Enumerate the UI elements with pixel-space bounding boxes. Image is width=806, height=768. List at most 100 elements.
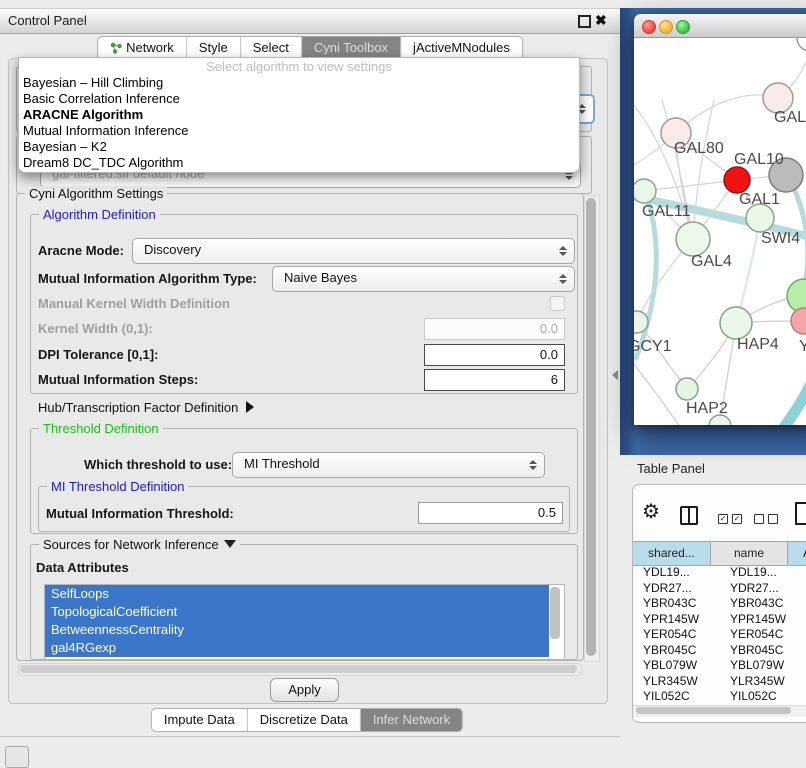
- tab-jactivemnodules[interactable]: jActiveMNodules: [401, 37, 522, 59]
- table-row[interactable]: YBR043CYBR043C: [633, 596, 806, 612]
- dropdown-item-bayesian-hill-climbing[interactable]: Bayesian – Hill Climbing: [19, 75, 579, 91]
- attribute-item-betweennesscentrality[interactable]: BetweennessCentrality: [45, 621, 549, 639]
- tab-network[interactable]: Network: [98, 37, 187, 59]
- attribute-item-selfloops[interactable]: SelfLoops: [45, 585, 549, 603]
- table-row[interactable]: YPR145WYPR145W9.: [633, 612, 806, 628]
- network-icon: [110, 42, 122, 54]
- table-cell: YIL052C: [720, 689, 806, 705]
- minimize-window-icon[interactable]: [659, 20, 673, 34]
- dropdown-item-basic-correlation-inference[interactable]: Basic Correlation Inference: [19, 91, 579, 107]
- dropdown-item-mutual-information-inference[interactable]: Mutual Information Inference: [19, 123, 579, 139]
- table-cell: YBR045C: [720, 643, 806, 659]
- tab-infer-network[interactable]: Infer Network: [361, 709, 462, 731]
- network-edge: [693, 100, 714, 239]
- mi-steps-field[interactable]: 6: [424, 369, 565, 391]
- attributes-scrollbar-thumb[interactable]: [550, 587, 560, 639]
- manual-kernel-checkbox[interactable]: [550, 296, 565, 311]
- network-node[interactable]: [720, 307, 752, 339]
- tab-label: Impute Data: [164, 709, 235, 731]
- tab-label: Infer Network: [373, 709, 450, 731]
- tab-select[interactable]: Select: [241, 37, 302, 59]
- aracne-mode-combobox[interactable]: Discovery: [132, 238, 575, 264]
- which-threshold-value: MI Threshold: [244, 456, 320, 471]
- table-cell: YLR345W: [720, 674, 806, 690]
- column-header-a[interactable]: A: [788, 542, 806, 565]
- cyni-settings-group-title: Cyni Algorithm Settings: [25, 186, 167, 201]
- table-cell: YDR27...: [720, 581, 806, 597]
- close-window-icon[interactable]: [642, 20, 656, 34]
- deselect-all-checks-icon[interactable]: [754, 514, 778, 524]
- corner-button[interactable]: [5, 746, 29, 768]
- table-row[interactable]: YER054CYER054C8.: [633, 627, 806, 643]
- table-row[interactable]: YBL079WYBL079W: [633, 658, 806, 674]
- float-window-icon[interactable]: [578, 15, 591, 28]
- hub-section-row[interactable]: Hub/Transcription Factor Definition: [38, 400, 254, 415]
- table-panel: ⚙ ✓✓ shared...nameA YDL19...YDL19...13YD…: [632, 484, 806, 723]
- network-node[interactable]: [634, 179, 656, 203]
- node-label-hap4: HAP4: [737, 336, 779, 353]
- network-view-window[interactable]: GALGAL80GAL10GAL1SWI4GAL11GAL4GCY1HAP4YH…: [634, 14, 806, 425]
- table-row[interactable]: YDR27...YDR27...12: [633, 581, 806, 597]
- table-row[interactable]: YIL052CYIL052C9: [633, 689, 806, 705]
- network-node[interactable]: [797, 38, 806, 51]
- tab-style[interactable]: Style: [187, 37, 241, 59]
- mi-algorithm-type-combobox[interactable]: Naive Bayes: [272, 266, 575, 292]
- expand-right-icon[interactable]: [246, 401, 254, 413]
- zoom-window-icon[interactable]: [676, 20, 690, 34]
- network-window-titlebar[interactable]: [634, 14, 806, 38]
- dpi-tolerance-field[interactable]: 0.0: [424, 344, 565, 366]
- columns-icon[interactable]: [680, 506, 698, 525]
- control-panel-titlebar: Control Panel ✖: [0, 8, 620, 34]
- dropdown-item-aracne-algorithm[interactable]: ARACNE Algorithm: [19, 107, 579, 123]
- settings-scrollbar-thumb[interactable]: [586, 198, 596, 656]
- gear-icon[interactable]: ⚙: [642, 502, 660, 522]
- data-attributes-list[interactable]: SelfLoopsTopologicalCoefficientBetweenne…: [44, 584, 565, 660]
- kernel-width-field[interactable]: 0.0: [424, 318, 565, 340]
- network-node[interactable]: [676, 378, 698, 400]
- dropdown-item-bayesian-k2[interactable]: Bayesian – K2: [19, 139, 579, 155]
- table-cell: YPR145W: [720, 612, 806, 628]
- tab-label: Network: [126, 37, 174, 59]
- mi-threshold-label: Mutual Information Threshold:: [46, 506, 234, 521]
- table-row[interactable]: YLR345WYLR345W9.: [633, 674, 806, 690]
- column-header-shared-[interactable]: shared...: [633, 542, 711, 565]
- tab-label: Style: [199, 37, 228, 59]
- tab-label: Cyni Toolbox: [314, 37, 388, 59]
- node-label-hap2: HAP2: [686, 400, 728, 417]
- attribute-item-topologicalcoefficient[interactable]: TopologicalCoefficient: [45, 603, 549, 621]
- table-row[interactable]: YDL19...YDL19...13: [633, 565, 806, 581]
- attribute-item-gal4rgexp[interactable]: gal4RGexp: [45, 639, 549, 657]
- dropdown-item-list: Bayesian – Hill ClimbingBasic Correlatio…: [19, 75, 579, 171]
- which-threshold-combobox[interactable]: MI Threshold: [232, 452, 545, 478]
- network-node[interactable]: [746, 204, 774, 232]
- export-table-icon[interactable]: [795, 502, 806, 525]
- settings-hscrollbar-thumb[interactable]: [20, 665, 577, 673]
- network-edge: [744, 364, 806, 425]
- apply-button[interactable]: Apply: [270, 678, 339, 702]
- table-cell: YIL052C: [633, 689, 720, 705]
- table-row[interactable]: YBR045CYBR045C9.: [633, 643, 806, 659]
- table-hscrollbar-thumb[interactable]: [636, 707, 791, 714]
- close-panel-icon[interactable]: ✖: [595, 12, 607, 29]
- select-all-checks-icon[interactable]: ✓✓: [718, 514, 742, 524]
- tab-label: Discretize Data: [260, 709, 348, 731]
- tab-cyni-toolbox[interactable]: Cyni Toolbox: [302, 37, 401, 59]
- network-node[interactable]: [676, 222, 710, 256]
- kernel-width-label: Kernel Width (0,1):: [38, 321, 153, 336]
- dropdown-item-dream8-dc-tdc-algorithm[interactable]: Dream8 DC_TDC Algorithm: [19, 155, 579, 171]
- splitter-collapse-icon[interactable]: [612, 370, 618, 380]
- table-cell: YLR345W: [633, 674, 720, 690]
- network-node[interactable]: [791, 308, 806, 334]
- tab-impute-data[interactable]: Impute Data: [152, 709, 248, 731]
- table-cell: YPR145W: [633, 612, 720, 628]
- tab-discretize-data[interactable]: Discretize Data: [248, 709, 361, 731]
- collapse-down-icon[interactable]: [224, 540, 236, 548]
- mi-threshold-field[interactable]: 0.5: [418, 502, 563, 524]
- sources-group-title[interactable]: Sources for Network Inference: [39, 537, 240, 552]
- network-node[interactable]: [724, 167, 750, 193]
- column-header-name[interactable]: name: [711, 542, 788, 565]
- app-root: { "control_panel": { "title": "Control P…: [0, 0, 806, 762]
- node-label-gcy1: GCY1: [634, 338, 672, 355]
- network-canvas[interactable]: GALGAL80GAL10GAL1SWI4GAL11GAL4GCY1HAP4YH…: [634, 38, 806, 425]
- table-body: YDL19...YDL19...13YDR27...YDR27...12YBR0…: [633, 565, 806, 705]
